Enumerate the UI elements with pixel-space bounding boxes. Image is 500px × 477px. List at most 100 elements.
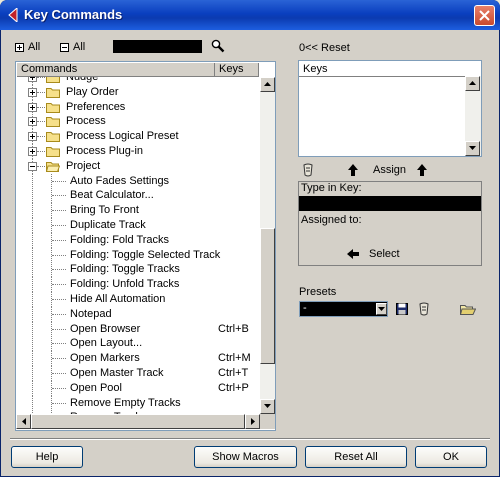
keys-list[interactable]: Keys: [298, 60, 482, 157]
tree-item[interactable]: Beat Calculator...: [16, 188, 260, 204]
scroll-down-button[interactable]: [260, 399, 275, 414]
minus-icon: [60, 43, 69, 52]
tree-item[interactable]: Folding: Toggle Tracks: [16, 262, 260, 278]
scroll-thumb[interactable]: [260, 228, 275, 364]
search-icon[interactable]: [211, 39, 225, 53]
delete-key-icon[interactable]: [302, 163, 314, 177]
arrow-right-icon: [251, 418, 255, 425]
tree-item[interactable]: Duplicate Track: [16, 218, 260, 233]
tree-line: [52, 254, 66, 256]
scroll-corner: [260, 414, 275, 429]
close-icon: [479, 10, 490, 21]
tree-vertical-scrollbar[interactable]: [260, 77, 275, 414]
tree-line: [52, 373, 66, 374]
tree-item[interactable]: Folding: Fold Tracks: [16, 232, 260, 248]
tree-item[interactable]: Bring To Front: [16, 203, 260, 219]
tree-line: [32, 277, 33, 293]
expand-icon[interactable]: [28, 77, 37, 82]
save-preset-icon[interactable]: [396, 303, 408, 315]
expand-icon[interactable]: [28, 87, 37, 97]
tree-line: [32, 351, 33, 367]
reset-all-button[interactable]: Reset All: [305, 446, 407, 468]
tree-line: [52, 195, 66, 197]
keys-column-header[interactable]: Keys: [215, 63, 259, 77]
command-label: Project: [66, 159, 101, 172]
tree-line: [52, 358, 66, 360]
type-in-key-field[interactable]: [299, 196, 481, 211]
tree-folder[interactable]: Project: [16, 158, 260, 174]
tree-folder[interactable]: Nudge: [16, 77, 260, 85]
tree-line: [32, 306, 33, 322]
command-label: Folding: Toggle Selected Track: [70, 248, 221, 261]
tree-item[interactable]: Remove Empty Tracks: [16, 395, 260, 411]
type-in-key-label: Type in Key:: [301, 182, 362, 194]
search-input[interactable]: [113, 40, 202, 53]
tree-item[interactable]: Open Layout...: [16, 336, 260, 352]
arrow-up-icon: [348, 164, 358, 176]
expand-icon[interactable]: [28, 147, 37, 156]
hscroll-thumb[interactable]: [31, 414, 245, 429]
tree-item[interactable]: Open Markers Ctrl+M: [16, 351, 260, 367]
command-label: Open Browser: [70, 322, 141, 335]
keys-scroll-down-button[interactable]: [465, 141, 480, 156]
tree-item[interactable]: Hide All Automation: [16, 292, 260, 307]
collapse-all-label: All: [73, 41, 86, 53]
scroll-right-button[interactable]: [245, 414, 260, 429]
tree-folder[interactable]: Play Order: [16, 84, 260, 100]
tree-item[interactable]: Folding: Toggle Selected Track: [16, 247, 260, 263]
assign-button[interactable]: Assign: [343, 164, 433, 178]
commands-tree[interactable]: Commands Keys Nudge Play Order Preferences…: [15, 61, 276, 431]
presets-dropdown[interactable]: -: [299, 301, 388, 317]
tree-horizontal-scrollbar[interactable]: [16, 414, 260, 429]
tree-folder[interactable]: Process: [16, 114, 260, 130]
keys-list-scrollbar[interactable]: [465, 76, 481, 156]
open-folder-icon[interactable]: [460, 303, 476, 315]
title-bar[interactable]: Key Commands: [0, 0, 500, 30]
tree-item[interactable]: Open Master Track Ctrl+T: [16, 366, 260, 381]
tree-line: [52, 239, 66, 241]
command-label: Duplicate Track: [70, 219, 146, 231]
reset-button[interactable]: 0<< Reset: [299, 42, 350, 54]
key-commands-window: Key Commands All All 0<< Reset Commands …: [0, 0, 500, 477]
tree-line: [32, 203, 33, 219]
select-label: Select: [369, 248, 400, 260]
collapse-icon[interactable]: [28, 161, 37, 171]
collapse-all-button[interactable]: All: [60, 41, 90, 55]
ok-button[interactable]: OK: [415, 446, 487, 468]
tree-item[interactable]: Open Browser Ctrl+B: [16, 321, 260, 337]
tree-line: [37, 106, 45, 108]
folder-icon: [46, 117, 60, 128]
keys-scroll-up-button[interactable]: [465, 76, 480, 91]
tree-folder[interactable]: Process Logical Preset: [16, 129, 260, 145]
expand-all-button[interactable]: All: [15, 41, 45, 55]
expand-icon[interactable]: [28, 117, 37, 127]
tree-item[interactable]: Open Pool Ctrl+P: [16, 380, 260, 396]
scroll-up-button[interactable]: [260, 77, 275, 92]
tree-line: [52, 343, 66, 345]
plus-icon: [15, 43, 24, 52]
tree-line: [32, 366, 33, 381]
delete-preset-icon[interactable]: [418, 302, 430, 316]
show-macros-button[interactable]: Show Macros: [194, 446, 297, 468]
arrow-left-icon: [22, 418, 26, 425]
tree-line: [32, 173, 33, 189]
scroll-left-button[interactable]: [16, 414, 31, 429]
tree-line: [37, 77, 45, 78]
tree-item[interactable]: Auto Fades Settings: [16, 173, 260, 189]
expand-icon[interactable]: [28, 102, 37, 112]
command-label: Hide All Automation: [70, 293, 166, 305]
tree-item[interactable]: Notepad: [16, 306, 260, 322]
close-button[interactable]: [474, 5, 495, 26]
dropdown-arrow-button[interactable]: [376, 303, 387, 315]
tree-folder[interactable]: Process Plug-in: [16, 144, 260, 159]
arrow-up-icon: [417, 164, 427, 176]
tree-item[interactable]: Folding: Unfold Tracks: [16, 277, 260, 293]
tree-rows: Nudge Play Order Preferences Process Process…: [16, 77, 260, 414]
help-button[interactable]: Help: [11, 446, 83, 468]
tree-folder[interactable]: Preferences: [16, 99, 260, 115]
keys-list-header: Keys: [303, 63, 328, 75]
select-button[interactable]: Select: [347, 248, 407, 262]
commands-column-header[interactable]: Commands: [17, 63, 215, 77]
expand-icon[interactable]: [28, 132, 37, 142]
command-label: Open Master Track: [70, 367, 164, 379]
